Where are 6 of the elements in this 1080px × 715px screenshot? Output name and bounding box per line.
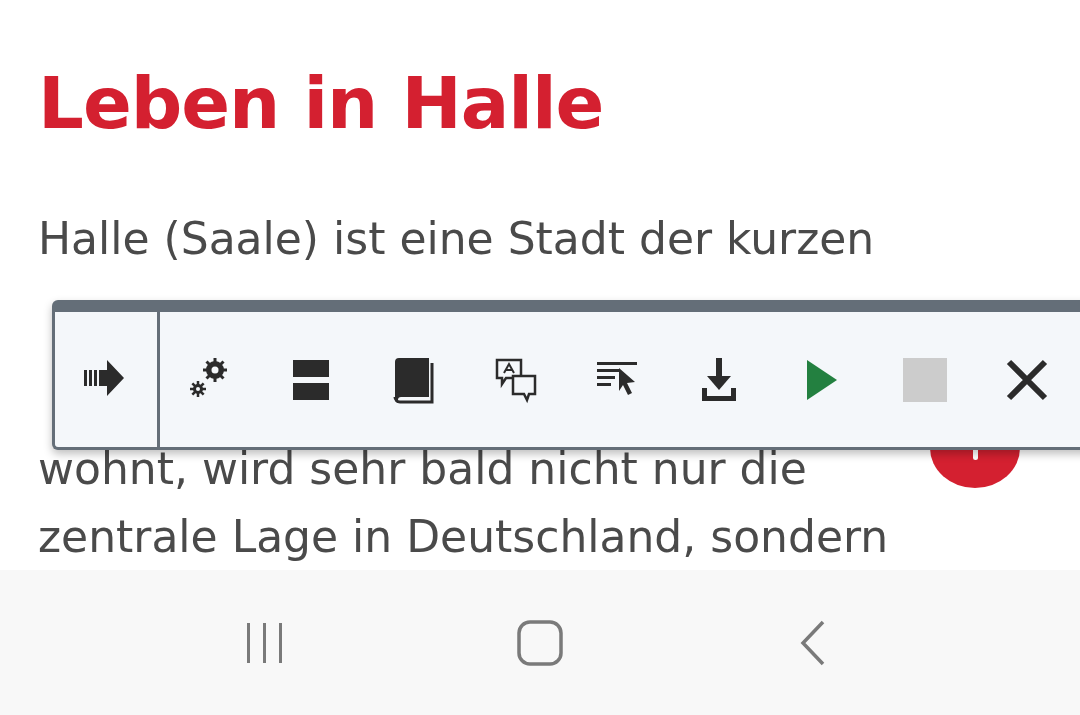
paragraph-line: wohnt, wird sehr bald nicht nur die: [38, 442, 807, 496]
paragraph-line: zentrale Lage in Deutschland, sondern: [38, 510, 889, 564]
stop-icon: [901, 355, 949, 404]
paragraph-line: Halle (Saale) ist eine Stadt der kurzen: [38, 212, 875, 266]
home-icon: [516, 618, 564, 667]
article-title: Leben in Halle: [38, 60, 604, 147]
